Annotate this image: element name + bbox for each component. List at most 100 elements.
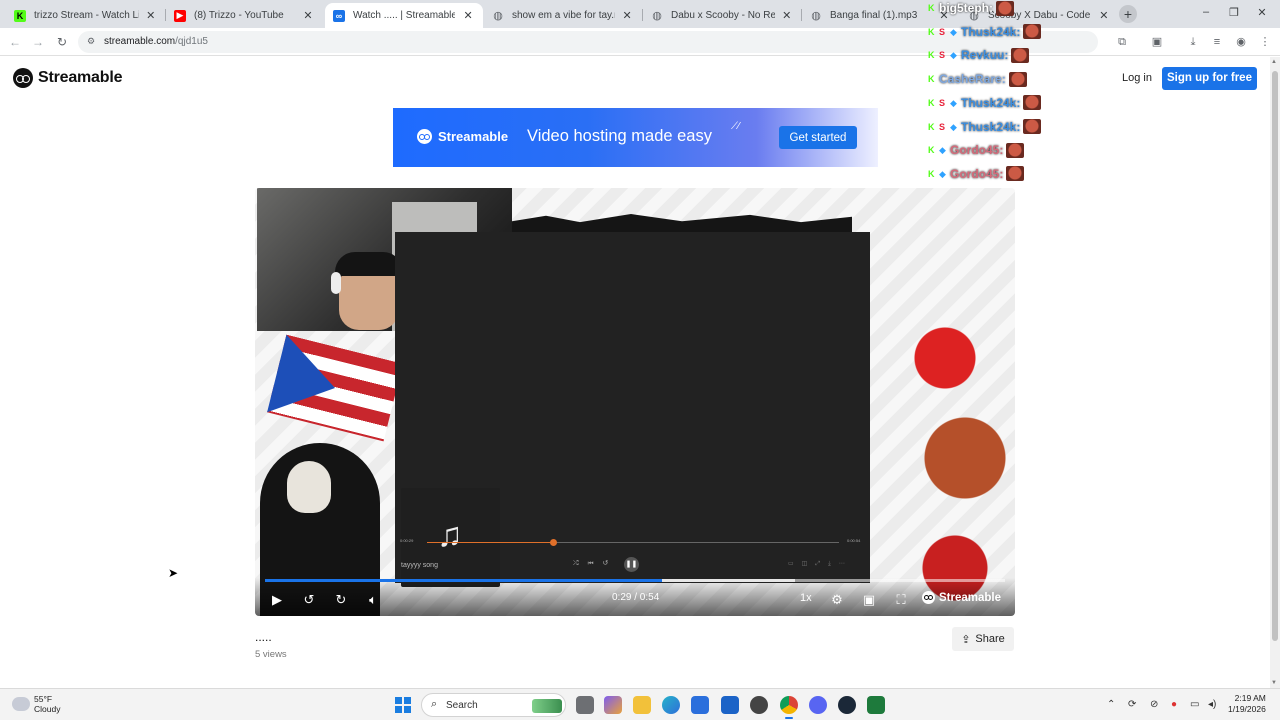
sync-icon[interactable]: ⟳ [1128, 699, 1136, 710]
back-icon[interactable]: ← [7, 34, 23, 50]
cloud-icon [12, 697, 30, 711]
profile-icon[interactable]: ◉ [1234, 35, 1248, 49]
close-icon[interactable]: ✕ [781, 9, 792, 22]
kick-badge-icon: K [928, 50, 935, 61]
close-icon[interactable]: ✕ [301, 9, 315, 22]
chat-username: big5teph: [939, 1, 993, 15]
chrome-icon[interactable] [780, 696, 798, 714]
search-label: Search [446, 700, 478, 711]
steam-icon[interactable] [838, 696, 856, 714]
forward-icon[interactable]: → [30, 34, 46, 50]
sub-badge-icon: S [939, 97, 946, 108]
system-clock[interactable]: 2:19 AM 1/19/2026 [1228, 693, 1266, 715]
close-icon[interactable]: ✕ [621, 9, 633, 22]
site-info-icon[interactable]: ⚙ [87, 36, 99, 48]
copilot-icon[interactable] [604, 696, 622, 714]
chat-message: K ◆ Gordo45: [928, 166, 1025, 182]
playback-speed-button[interactable]: 1x [800, 592, 812, 604]
chat-message: K S ◆ Thusk24k: [928, 119, 1042, 135]
play-icon[interactable]: ▶ [268, 591, 286, 609]
forward-skip-icon[interactable]: ↻ [332, 591, 350, 609]
settings-gear-icon[interactable]: ⚙ [828, 591, 846, 609]
weather-desc: Cloudy [34, 704, 61, 714]
active-app-indicator [785, 717, 793, 719]
sidepanel-icon[interactable]: ▣ [1150, 35, 1164, 49]
kick-badge-icon: K [928, 121, 935, 132]
get-started-button[interactable]: Get started [779, 126, 857, 149]
share-button[interactable]: ⇪ Share [952, 627, 1014, 651]
close-window-icon[interactable]: ✕ [1252, 6, 1272, 19]
media-icon[interactable]: ≡ [1210, 35, 1224, 49]
player-brand[interactable]: Streamable [922, 591, 1001, 604]
diamond-badge-icon: ◆ [939, 145, 946, 156]
windows-start-icon[interactable] [395, 697, 411, 713]
store-icon[interactable] [691, 696, 709, 714]
download-icon[interactable]: ⤓ [1186, 35, 1200, 49]
emote-icon [1023, 24, 1042, 40]
chat-username: CasheRare: [939, 72, 1006, 87]
app-icon[interactable] [750, 696, 768, 714]
inner-controls: ⤮⏮↺ [573, 560, 618, 567]
minimize-icon[interactable]: – [1196, 6, 1216, 18]
reload-icon[interactable]: ↻ [54, 34, 70, 50]
speaker-icon[interactable]: ◂) [1208, 699, 1216, 710]
signup-button[interactable]: Sign up for free [1162, 67, 1257, 90]
discord-icon[interactable] [809, 696, 827, 714]
tab-kick-stream[interactable]: K trizzo Stream - Watch Live on K ✕ [6, 3, 164, 28]
search-highlight-image [532, 699, 562, 713]
fullscreen-icon[interactable]: ⛶ [892, 591, 910, 609]
chat-username: Revkuu: [961, 48, 1009, 63]
scroll-thumb[interactable] [1272, 71, 1278, 641]
emote-icon [1023, 95, 1042, 111]
mail-icon[interactable] [721, 696, 739, 714]
chat-message: K S ◆ Thusk24k: [928, 24, 1042, 40]
search-icon: ⌕ [431, 698, 438, 710]
emote-icon [996, 0, 1014, 16]
streamable-logo-icon [922, 591, 935, 604]
menu-icon[interactable]: ⋮ [1258, 35, 1272, 49]
network-icon[interactable]: ▭ [1190, 699, 1199, 710]
streamable-logo[interactable]: Streamable [13, 68, 122, 88]
streamable-icon: ∞ [333, 9, 345, 22]
task-view-icon[interactable] [576, 696, 594, 714]
close-icon[interactable]: ✕ [145, 9, 156, 22]
rewind-icon[interactable]: ↺ [300, 591, 318, 609]
stream-overlay-chat: Kbig5teph: K S ◆ Thusk24k: K S ◆ Revkuu: K CasheRa… [928, 0, 1118, 260]
taskbar-search[interactable]: ⌕ Search [421, 693, 566, 717]
tab-no-remorse[interactable]: ◍ Dabu x Scooby - No Remorse ( ✕ [643, 3, 800, 28]
emote-icon [1006, 166, 1025, 182]
tab-streamable[interactable]: ∞ Watch ..... | Streamable ✕ [325, 3, 483, 28]
close-icon[interactable]: ✕ [461, 9, 475, 22]
chat-username: Thusk24k: [961, 95, 1021, 110]
page-scrollbar[interactable]: ▲ ▼ [1270, 57, 1280, 688]
player-brand-text: Streamable [939, 591, 1002, 604]
tab-mp3-vibe[interactable]: ◍ show em a vibe for tay.mp3 ✕ [484, 3, 641, 28]
video-player[interactable]: ♫ 0:00:29 0:00:54 tayyyy song ⤮⏮↺ ❚❚ ▭◫⤢… [255, 188, 1015, 616]
edge-icon[interactable] [662, 696, 680, 714]
globe-icon: ◍ [811, 10, 821, 22]
promo-banner[interactable]: Streamable Video hosting made easy ⟋⁄ Ge… [393, 108, 878, 167]
sub-badge-icon: S [939, 50, 946, 61]
banner-tagline: Video hosting made easy [527, 127, 712, 145]
terminal-icon[interactable] [867, 696, 885, 714]
volume-icon[interactable]: 🔈︎ [364, 591, 382, 609]
file-explorer-icon[interactable] [633, 696, 651, 714]
new-tab-button[interactable]: + [1119, 5, 1137, 23]
maximize-icon[interactable]: ❐ [1224, 6, 1244, 19]
kick-badge-icon: K [928, 168, 935, 179]
share-icon: ⇪ [961, 633, 971, 646]
emote-icon [1006, 142, 1025, 158]
chevron-up-icon[interactable]: ⌃ [1107, 699, 1115, 710]
scroll-down-icon[interactable]: ▼ [1271, 680, 1277, 686]
tab-youtube[interactable]: ▶ (8) Trizzo - YouTube ✕ [166, 3, 323, 28]
microphone-icon[interactable]: ● [1171, 699, 1177, 710]
diamond-badge-icon: ◆ [950, 50, 957, 61]
inner-track-title: tayyyy song [401, 562, 438, 569]
streamable-logo-icon [417, 129, 432, 144]
clock-time: 2:19 AM [1234, 693, 1266, 703]
weather-widget[interactable]: 55°F Cloudy [12, 694, 60, 714]
login-link[interactable]: Log in [1122, 72, 1152, 84]
picture-in-picture-icon[interactable]: ▣ [860, 591, 878, 609]
scroll-up-icon[interactable]: ▲ [1271, 59, 1277, 65]
muted-icon[interactable]: ⊘ [1150, 699, 1158, 710]
